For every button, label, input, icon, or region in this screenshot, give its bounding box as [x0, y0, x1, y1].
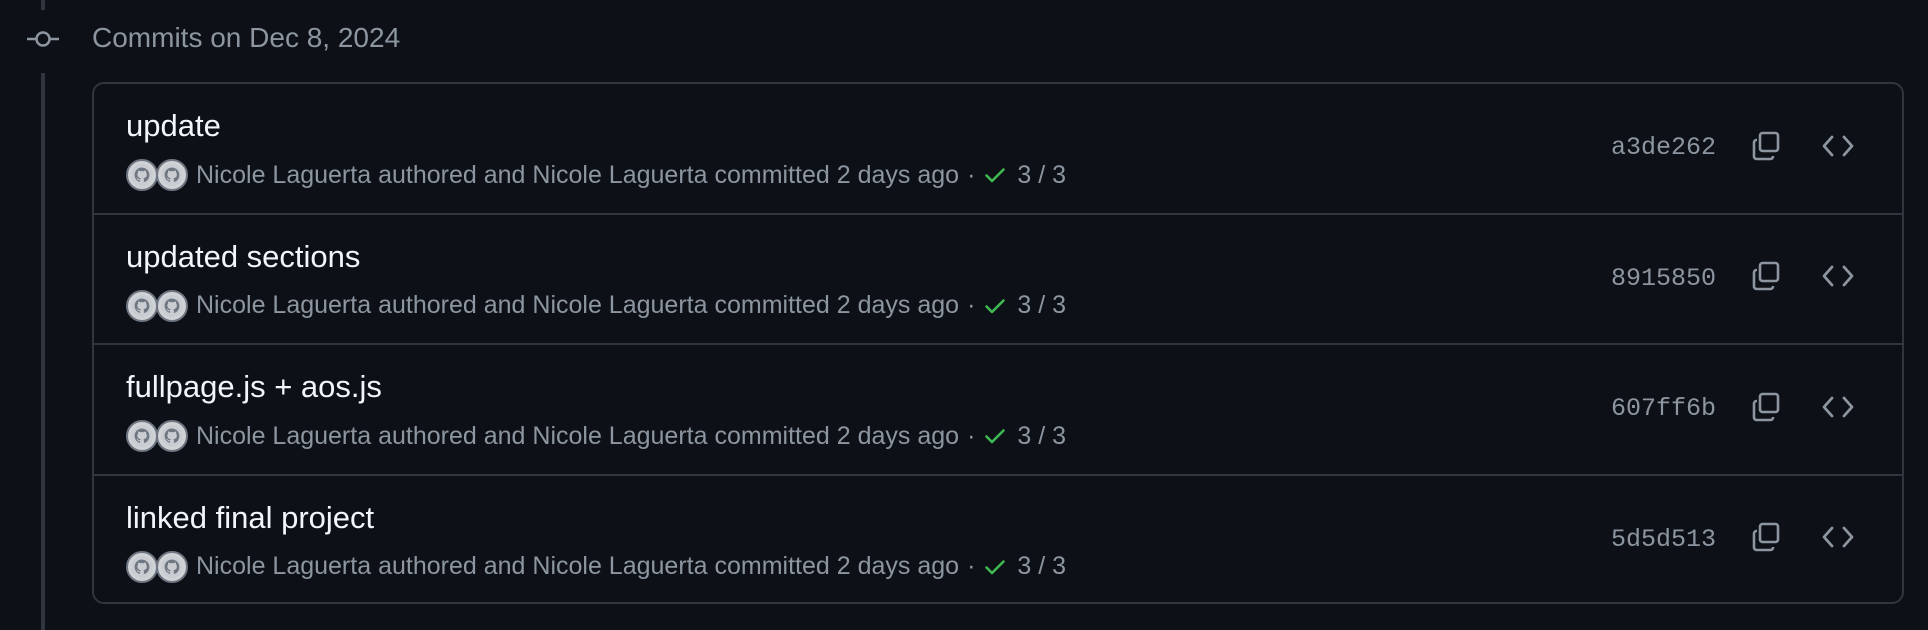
author-avatar[interactable]: [126, 420, 158, 452]
checks-status[interactable]: 3 / 3: [1017, 291, 1066, 320]
relative-time: 2 days ago: [836, 291, 960, 319]
github-avatar-icon: [131, 425, 153, 447]
copy-sha-button[interactable]: [1746, 128, 1786, 168]
check-icon[interactable]: [983, 294, 1007, 318]
commit-meta: Nicole Laguerta authored and Nicole Lagu…: [126, 158, 1066, 192]
code-brackets-icon: [1821, 132, 1855, 165]
commit-row: fullpage.js + aos.js Nicole Laguerta aut…: [94, 345, 1902, 476]
avatar-stack[interactable]: [126, 289, 188, 322]
committed-label: committed: [714, 160, 830, 189]
code-brackets-icon: [1821, 262, 1855, 295]
author-link[interactable]: Nicole Laguerta: [196, 552, 371, 581]
timeline-line: [41, 73, 45, 630]
browse-repo-button[interactable]: [1818, 389, 1858, 429]
committer-link[interactable]: Nicole Laguerta: [532, 161, 707, 190]
github-avatar-icon: [161, 425, 183, 447]
browse-repo-button[interactable]: [1818, 520, 1858, 560]
authored-label: authored and: [378, 291, 526, 319]
avatar-stack[interactable]: [126, 550, 188, 583]
commit-meta: Nicole Laguerta authored and Nicole Lagu…: [126, 419, 1066, 453]
browse-repo-button[interactable]: [1818, 128, 1858, 168]
commit-sha-link[interactable]: a3de262: [1611, 128, 1716, 168]
committed-label: committed: [714, 552, 830, 580]
commit-title-link[interactable]: linked final project: [126, 498, 374, 538]
github-avatar-icon: [131, 164, 153, 186]
authored-label: authored and: [378, 421, 526, 450]
copy-icon: [1750, 391, 1782, 428]
code-brackets-icon: [1821, 523, 1855, 556]
meta-separator: ·: [967, 291, 976, 319]
author-link[interactable]: Nicole Laguerta: [196, 291, 371, 320]
commit-meta: Nicole Laguerta authored and Nicole Lagu…: [126, 550, 1066, 584]
committer-link[interactable]: Nicole Laguerta: [532, 422, 707, 451]
copy-sha-button[interactable]: [1746, 389, 1786, 429]
avatar-stack[interactable]: [126, 159, 188, 191]
browse-repo-button[interactable]: [1818, 259, 1858, 299]
code-brackets-icon: [1821, 393, 1855, 426]
meta-separator: ·: [967, 421, 976, 450]
checks-status[interactable]: 3 / 3: [1017, 422, 1066, 451]
check-icon[interactable]: [983, 424, 1007, 448]
github-avatar-icon: [131, 294, 153, 317]
committer-avatar[interactable]: [156, 420, 188, 452]
copy-sha-button[interactable]: [1746, 259, 1786, 299]
meta-separator: ·: [967, 160, 976, 189]
committer-link[interactable]: Nicole Laguerta: [532, 552, 707, 581]
commit-row: updated sections Nicole Laguerta authore…: [94, 215, 1902, 345]
author-avatar[interactable]: [126, 289, 158, 322]
avatar-stack[interactable]: [126, 420, 188, 452]
git-commit-icon: [27, 28, 59, 50]
check-icon[interactable]: [983, 555, 1007, 579]
commit-title-link[interactable]: update: [126, 106, 221, 146]
author-avatar[interactable]: [126, 159, 158, 191]
copy-icon: [1750, 521, 1782, 558]
commit-sha-link[interactable]: 8915850: [1611, 259, 1716, 299]
commit-row: update Nicole Laguerta authored and Nico…: [94, 84, 1902, 215]
meta-separator: ·: [967, 552, 976, 580]
relative-time: 2 days ago: [836, 552, 960, 580]
relative-time: 2 days ago: [836, 421, 960, 450]
committed-label: committed: [714, 421, 830, 450]
committer-avatar[interactable]: [156, 289, 188, 322]
copy-icon: [1750, 260, 1782, 297]
committer-avatar[interactable]: [156, 159, 188, 191]
commit-title-link[interactable]: updated sections: [126, 237, 360, 277]
github-avatar-icon: [131, 555, 153, 578]
author-avatar[interactable]: [126, 550, 158, 583]
checks-status[interactable]: 3 / 3: [1017, 552, 1066, 581]
check-icon[interactable]: [983, 163, 1007, 187]
relative-time: 2 days ago: [836, 160, 960, 189]
authored-label: authored and: [378, 160, 526, 189]
commit-group-header: Commits on Dec 8, 2024: [92, 22, 401, 53]
copy-icon: [1750, 130, 1782, 167]
commit-sha-link[interactable]: 5d5d513: [1611, 520, 1716, 560]
timeline-line-top: [41, 0, 45, 10]
commit-row: linked final project Nicole Laguerta aut…: [94, 476, 1902, 603]
committer-avatar[interactable]: [156, 550, 188, 583]
commit-sha-link[interactable]: 607ff6b: [1611, 389, 1716, 429]
committer-link[interactable]: Nicole Laguerta: [532, 291, 707, 320]
author-link[interactable]: Nicole Laguerta: [196, 422, 371, 451]
checks-status[interactable]: 3 / 3: [1017, 161, 1066, 190]
commit-title-link[interactable]: fullpage.js + aos.js: [126, 367, 382, 407]
github-avatar-icon: [161, 555, 183, 578]
copy-sha-button[interactable]: [1746, 520, 1786, 560]
commits-page: Commits on Dec 8, 2024 update Nicole Lag…: [0, 0, 1928, 630]
author-link[interactable]: Nicole Laguerta: [196, 161, 371, 190]
authored-label: authored and: [378, 552, 526, 580]
commit-list: update Nicole Laguerta authored and Nico…: [92, 82, 1904, 604]
github-avatar-icon: [161, 164, 183, 186]
github-avatar-icon: [161, 294, 183, 317]
committed-label: committed: [714, 291, 830, 319]
commit-meta: Nicole Laguerta authored and Nicole Lagu…: [126, 289, 1066, 323]
